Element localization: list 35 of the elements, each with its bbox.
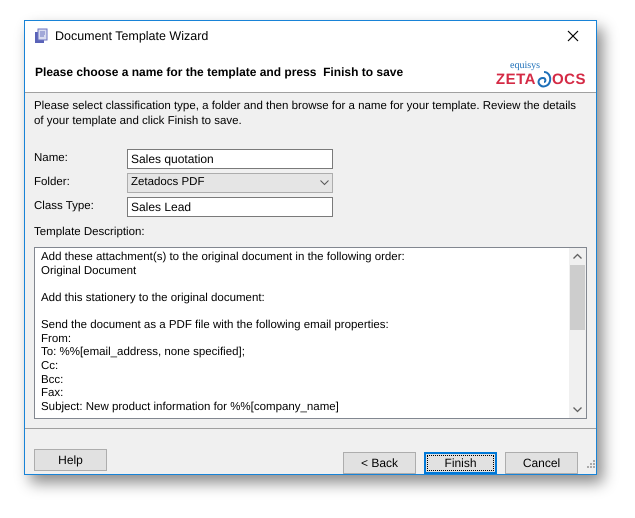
description-line: Add these attachment(s) to the original document in the following order: [41,251,405,264]
scrollbar[interactable] [569,248,586,418]
dialog-button[interactable]: Help [34,449,107,471]
description-line: Add this stationery to the original document: [41,292,265,304]
logo-text: ZETA [496,72,536,87]
intro-text: Please select classification type, a folder and then browse for a name for your template. Review the details of your template and click Finish to save. [34,99,578,129]
field-label: Folder: [34,175,71,190]
scrollbar-thumb[interactable] [570,265,585,330]
description-line: Original Document [41,264,136,277]
close-icon [567,30,579,42]
description-box[interactable] [34,247,587,420]
folder-dropdown[interactable]: Zetadocs PDF [127,173,333,193]
window-title: Document Template Wizard [55,28,208,45]
description-line: Send the document as a PDF file with the following email properties: [41,319,389,332]
resize-grip-icon[interactable] [586,459,595,468]
description-line: From: [41,332,72,345]
field-label: Name: [34,151,69,166]
wizard-heading: Please choose a name for the template and press Finish to save [35,64,404,80]
input-field[interactable]: Sales quotation [127,149,333,169]
field-label: Class Type: [34,199,95,214]
description-line: Fax: [41,387,64,400]
dialog-button[interactable]: Cancel [505,452,578,474]
description-line: Subject: New product information for %%[company_name] [41,400,339,413]
document-icon [33,28,49,44]
swirl-icon [536,70,552,88]
dialog-button[interactable]: Finish [424,452,497,474]
description-line: To: %%[email_address, none specified]; [41,346,245,358]
logo-text: OCS [552,72,586,87]
input-field[interactable]: Sales Lead [127,197,333,217]
logo-tagline: equisys [510,60,540,70]
chevron-down-icon [320,180,329,186]
description-line: Bcc: [41,374,64,386]
description-line: Cc: [41,360,58,372]
dialog-button[interactable]: < Back [343,452,416,474]
field-label: Template Description: [34,225,146,240]
